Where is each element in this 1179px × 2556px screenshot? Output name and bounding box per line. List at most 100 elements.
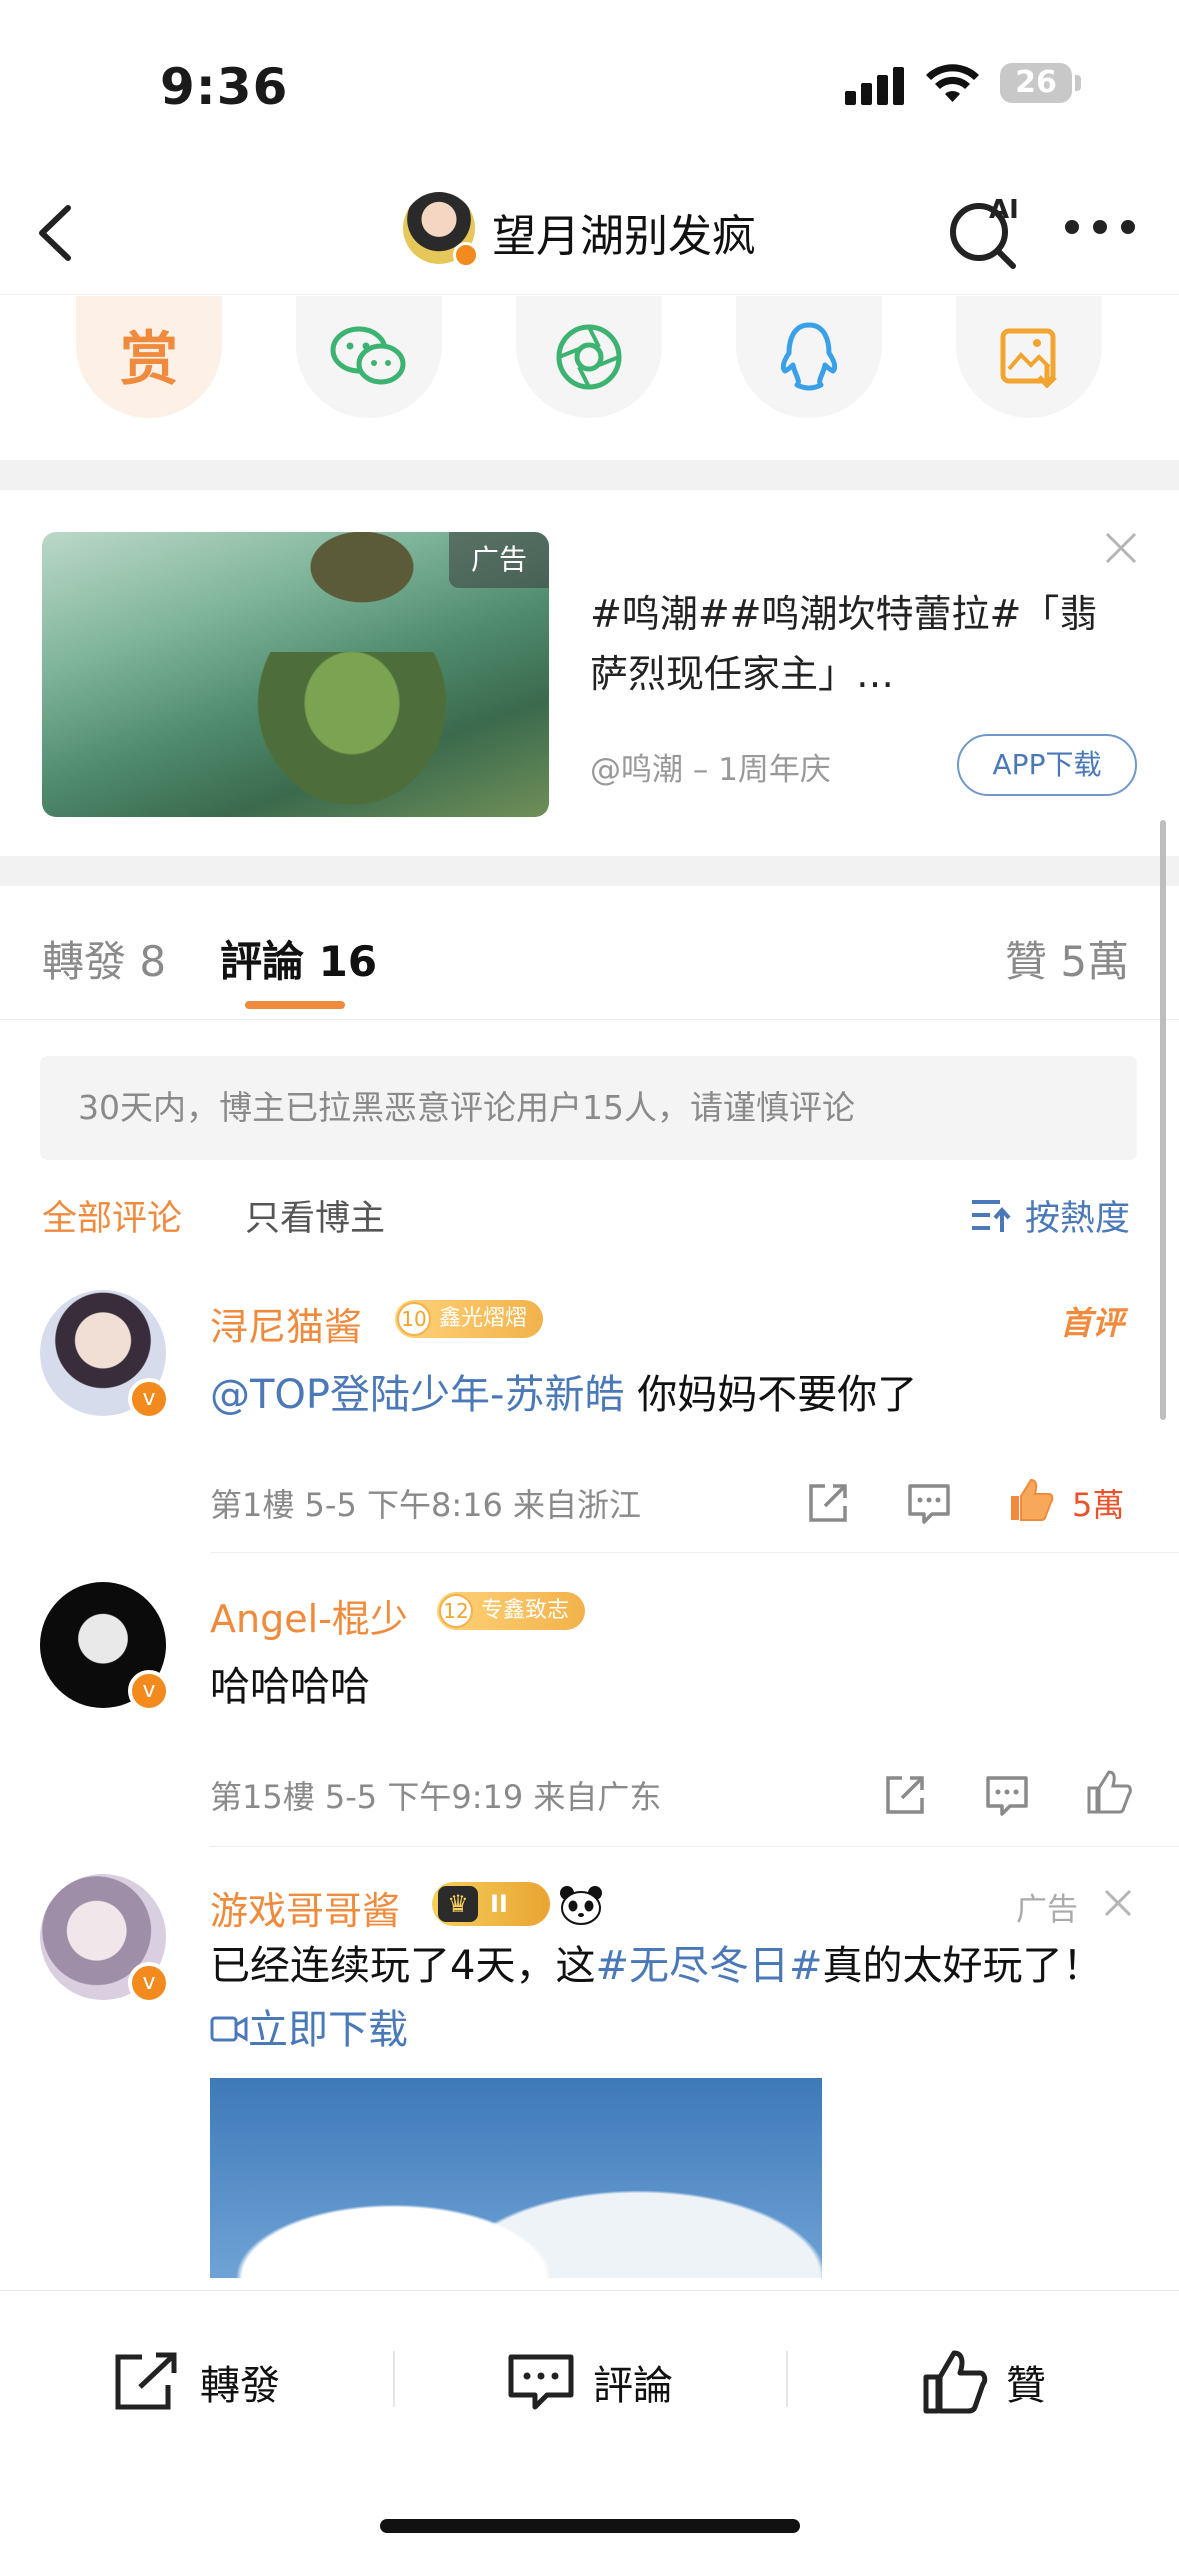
share-wechat-button[interactable] — [296, 296, 442, 418]
more-options-icon[interactable] — [1065, 220, 1135, 240]
comment-text: 哈哈哈哈 — [210, 1664, 370, 1710]
active-tab-indicator — [245, 1001, 345, 1009]
download-label: 立即下载 — [248, 2007, 408, 2053]
comment-icon — [508, 2354, 574, 2410]
wifi-icon — [926, 64, 979, 102]
close-icon[interactable] — [1103, 1888, 1133, 1918]
verified-badge-icon: v — [128, 1670, 170, 1712]
battery-icon: 26 — [1000, 63, 1072, 103]
download-link[interactable]: 立即下载 — [210, 2007, 408, 2053]
save-image-button[interactable] — [956, 296, 1102, 418]
ad-source: @鸣潮 – 1周年庆 — [590, 752, 831, 788]
fan-badge-text: 专鑫致志 — [481, 1598, 570, 1623]
comment-username[interactable]: 游戏哥哥酱 — [210, 1880, 400, 1935]
comment-username[interactable]: 浔尼猫酱 — [210, 1296, 362, 1351]
ad-image-rock — [282, 532, 442, 622]
like-count: 5萬 — [1072, 1486, 1125, 1524]
back-arrow-icon[interactable] — [30, 198, 80, 268]
repost-button[interactable]: 轉發 — [112, 2347, 280, 2417]
comment-meta: 第15樓 5-5 下午9:19 来自广东 — [210, 1778, 662, 1816]
verified-badge-icon: v — [128, 1378, 170, 1420]
fan-badge-level: 12 — [439, 1594, 473, 1628]
filter-all-comments[interactable]: 全部评论 — [42, 1190, 182, 1241]
reward-label: 赏 — [119, 325, 178, 393]
share-moments-button[interactable] — [516, 296, 662, 418]
scrollbar[interactable] — [1160, 820, 1166, 1420]
ad-comment-image[interactable] — [210, 2078, 822, 2278]
comment-body: 已经连续玩了4天，这 — [210, 1943, 596, 1989]
tab-repost[interactable]: 轉發 8 — [42, 928, 166, 989]
fan-badge-level: 10 — [397, 1302, 431, 1336]
like-button[interactable]: 贊 — [922, 2347, 1046, 2417]
hashtag-link[interactable]: #无尽冬日# — [595, 1943, 822, 1989]
fan-badge[interactable]: 12 专鑫致志 — [437, 1592, 586, 1630]
video-icon — [210, 2016, 248, 2042]
section-divider — [0, 856, 1179, 886]
commenter-avatar[interactable]: v — [40, 1874, 170, 2004]
panda-icon — [560, 1886, 602, 1925]
svg-text:AI: AI — [989, 195, 1019, 225]
fan-badge-text: 鑫光熠熠 — [439, 1306, 528, 1331]
comment-button[interactable]: 評論 — [507, 2347, 673, 2417]
share-qq-button[interactable] — [736, 296, 882, 418]
first-comment-tag: 首评 — [1060, 1304, 1125, 1342]
like-thumb-icon — [923, 2350, 988, 2414]
status-bar: 9:36 26 — [0, 0, 1179, 170]
app-download-button[interactable]: APP下载 — [957, 734, 1137, 796]
reply-icon[interactable] — [984, 1772, 1030, 1818]
moments-icon — [556, 324, 622, 390]
verified-badge-icon — [453, 242, 479, 268]
tab-bar: 轉發 8 評論 16 贊 5萬 — [0, 888, 1179, 1020]
bar-divider — [786, 2351, 788, 2407]
commenter-avatar[interactable]: v — [40, 1582, 170, 1712]
battery-level: 26 — [1015, 65, 1057, 100]
ai-search-icon[interactable]: AI — [945, 190, 1025, 270]
status-time: 9:36 — [160, 58, 289, 116]
comment-filters: 全部评论 只看博主 按熱度 — [0, 1186, 1179, 1252]
comment-mention[interactable]: @TOP登陆少年-苏新皓 — [210, 1372, 624, 1418]
ad-image-island — [242, 652, 462, 817]
share-row: 赏 — [0, 296, 1179, 456]
comment-username[interactable]: Angel-棍少 — [210, 1588, 408, 1643]
comment-body: 真的太好玩了！ — [822, 1943, 1103, 1989]
member-level: II — [490, 1890, 508, 1918]
comment-meta: 第1樓 5-5 下午8:16 来自浙江 — [210, 1486, 642, 1524]
section-divider — [0, 460, 1179, 490]
bottom-action-bar: 轉發 評論 贊 — [0, 2290, 1179, 2556]
ad-card[interactable]: 广告 #鸣潮##鸣潮坎特蕾拉#「翡萨烈现任家主」… @鸣潮 – 1周年庆 APP… — [0, 492, 1179, 854]
reward-button[interactable]: 赏 — [76, 296, 222, 418]
sort-by-heat[interactable]: 按熱度 — [1025, 1190, 1130, 1241]
ad-title[interactable]: #鸣潮##鸣潮坎特蕾拉#「翡萨烈现任家主」… — [590, 584, 1110, 704]
crown-icon: ♛ — [438, 1886, 478, 1922]
ad-image[interactable]: 广告 — [42, 532, 549, 817]
like-label: 贊 — [1006, 2363, 1046, 2409]
save-image-icon — [1000, 328, 1057, 389]
reply-icon[interactable] — [906, 1480, 952, 1526]
liked-thumb-icon[interactable] — [1007, 1476, 1055, 1524]
comment-divider — [210, 1552, 1179, 1553]
like-thumb-icon[interactable] — [1085, 1768, 1133, 1816]
battery-tip — [1075, 75, 1081, 91]
moderation-notice: 30天内，博主已拉黑恶意评论用户15人，请谨慎评论 — [40, 1056, 1137, 1160]
repost-icon — [115, 2352, 177, 2410]
fan-badge[interactable]: 10 鑫光熠熠 — [395, 1300, 544, 1338]
member-badge: ♛ II — [432, 1882, 550, 1926]
comment-body: 你妈妈不要你了 — [624, 1372, 918, 1418]
tab-comments[interactable]: 評論 16 — [220, 928, 377, 989]
commenter-avatar[interactable]: v — [40, 1290, 170, 1420]
cellular-signal-icon — [845, 65, 905, 105]
comment-divider — [210, 1846, 1179, 1847]
nav-header: 望月湖别发疯 AI — [0, 170, 1179, 295]
sort-icon[interactable] — [970, 1196, 1012, 1234]
filter-author-only[interactable]: 只看博主 — [245, 1190, 385, 1241]
home-indicator[interactable] — [380, 2519, 800, 2533]
page-title[interactable]: 望月湖别发疯 — [492, 200, 756, 264]
repost-icon[interactable] — [805, 1480, 851, 1526]
author-avatar[interactable] — [403, 192, 479, 268]
repost-icon[interactable] — [882, 1772, 928, 1818]
comment-text: 已经连续玩了4天，这#无尽冬日#真的太好玩了！ 立即下载 — [210, 1934, 1140, 2062]
close-icon[interactable] — [1103, 530, 1139, 566]
comment-label: 評論 — [593, 2363, 673, 2409]
tab-likes[interactable]: 贊 5萬 — [1005, 928, 1129, 989]
bar-divider — [393, 2351, 395, 2407]
